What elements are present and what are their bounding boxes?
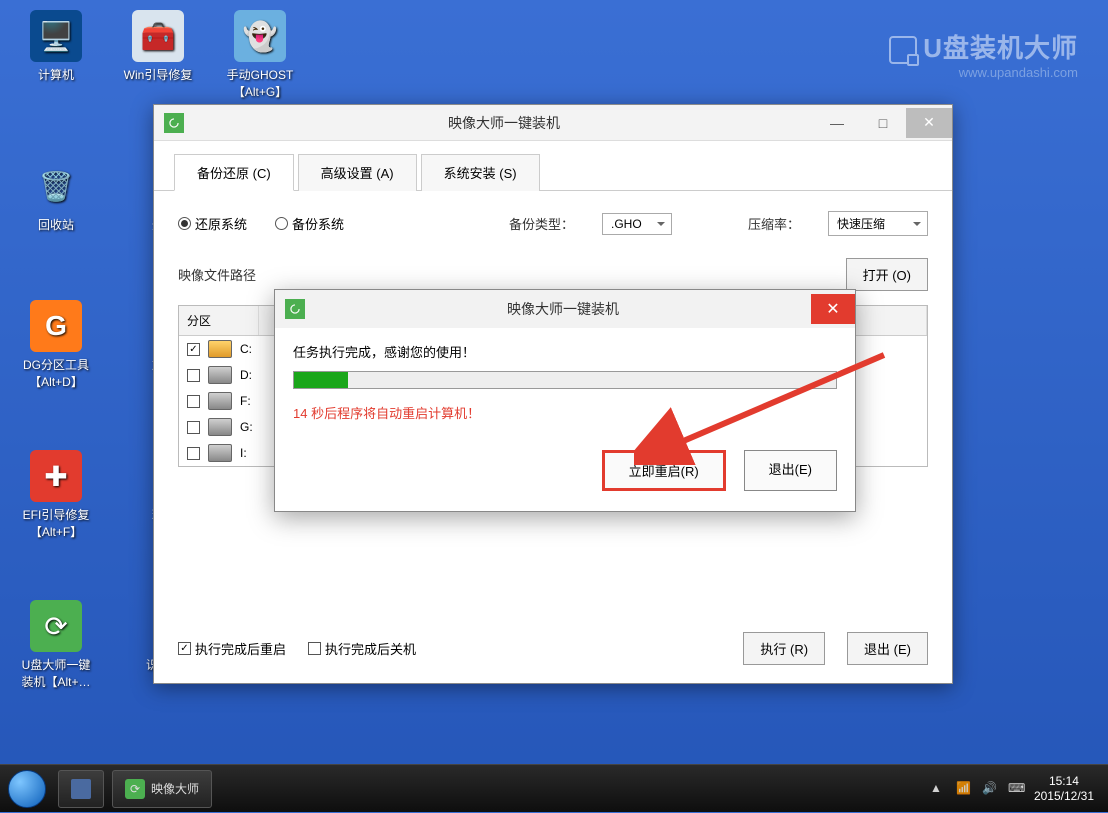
app-icon <box>164 113 184 133</box>
checkbox[interactable] <box>187 421 200 434</box>
drive-icon <box>208 392 232 410</box>
drive-icon <box>208 340 232 358</box>
start-button[interactable] <box>0 765 54 813</box>
desktop-icon-computer[interactable]: 🖥️计算机 <box>16 10 96 83</box>
radio-restore[interactable]: 还原系统 <box>178 214 247 233</box>
tab-advanced[interactable]: 高级设置 (A) <box>298 154 417 191</box>
network-icon[interactable]: 📶 <box>956 781 972 797</box>
clock[interactable]: 15:142015/12/31 <box>1034 774 1094 803</box>
taskbar: ⟳映像大师 ▲ 📶 🔊 ⌨ 15:142015/12/31 <box>0 764 1108 812</box>
watermark: U盘装机大师 www.upandashi.com <box>889 28 1078 80</box>
progress-bar <box>293 371 837 389</box>
open-button[interactable]: 打开 (O) <box>846 258 928 291</box>
folder-icon <box>71 779 91 799</box>
path-label: 映像文件路径 <box>178 265 256 284</box>
minimize-button[interactable]: — <box>814 108 860 138</box>
desktop-icon-ghost[interactable]: 👻手动GHOST 【Alt+G】 <box>220 10 300 100</box>
countdown-message: 14 秒后程序将自动重启计算机！ <box>293 403 837 422</box>
radio-backup[interactable]: 备份系统 <box>275 214 344 233</box>
window-title: 映像大师一键装机 <box>194 113 814 133</box>
keyboard-icon[interactable]: ⌨ <box>1008 781 1024 797</box>
volume-icon[interactable]: 🔊 <box>982 781 998 797</box>
compress-label: 压缩率： <box>748 214 800 233</box>
app-icon <box>285 299 305 319</box>
close-button[interactable]: ✕ <box>906 108 952 138</box>
system-tray[interactable]: ▲ 📶 🔊 ⌨ 15:142015/12/31 <box>930 774 1108 803</box>
desktop-icon-recycle[interactable]: 🗑️回收站 <box>16 160 96 233</box>
taskbar-pinned-1[interactable] <box>58 770 104 808</box>
titlebar[interactable]: 映像大师一键装机 — □ ✕ <box>154 105 952 141</box>
col-partition: 分区 <box>179 306 259 335</box>
exit-button[interactable]: 退出 (E) <box>847 632 928 665</box>
tray-icon[interactable]: ▲ <box>930 781 946 797</box>
tabs: 备份还原 (C) 高级设置 (A) 系统安装 (S) <box>154 141 952 191</box>
chk-shutdown[interactable]: 执行完成后关机 <box>308 639 416 658</box>
tab-install[interactable]: 系统安装 (S) <box>421 154 540 191</box>
restart-now-button[interactable]: 立即重启(R) <box>602 450 726 491</box>
tab-backup-restore[interactable]: 备份还原 (C) <box>174 154 294 191</box>
drive-icon <box>208 418 232 436</box>
desktop-icon-winboot[interactable]: 🧰Win引导修复 <box>118 10 198 83</box>
dialog-title: 映像大师一键装机 <box>315 299 811 319</box>
checkbox[interactable] <box>187 395 200 408</box>
main-window: 映像大师一键装机 — □ ✕ 备份还原 (C) 高级设置 (A) 系统安装 (S… <box>153 104 953 684</box>
drive-icon <box>208 444 232 462</box>
progress-dialog: 映像大师一键装机 ✕ 任务执行完成，感谢您的使用！ 14 秒后程序将自动重启计算… <box>274 289 856 512</box>
dialog-close-button[interactable]: ✕ <box>811 294 855 324</box>
backup-type-label: 备份类型： <box>509 214 574 233</box>
app-icon: ⟳ <box>125 779 145 799</box>
chk-restart[interactable]: 执行完成后重启 <box>178 639 286 658</box>
checkbox[interactable] <box>187 369 200 382</box>
desktop-icon-udm[interactable]: ⟳U盘大师一键 装机【Alt+… <box>16 600 96 690</box>
windows-orb-icon <box>8 770 46 808</box>
desktop-icon-dg[interactable]: GDG分区工具 【Alt+D】 <box>16 300 96 390</box>
taskbar-app[interactable]: ⟳映像大师 <box>112 770 212 808</box>
backup-type-combo[interactable]: .GHO <box>602 213 672 235</box>
execute-button[interactable]: 执行 (R) <box>743 632 825 665</box>
compress-combo[interactable]: 快速压缩 <box>828 211 928 236</box>
maximize-button[interactable]: □ <box>860 108 906 138</box>
checkbox[interactable] <box>187 447 200 460</box>
drive-icon <box>208 366 232 384</box>
checkbox[interactable] <box>187 343 200 356</box>
done-message: 任务执行完成，感谢您的使用！ <box>293 342 837 361</box>
desktop-icon-efi[interactable]: ✚EFI引导修复 【Alt+F】 <box>16 450 96 540</box>
dialog-exit-button[interactable]: 退出(E) <box>744 450 837 491</box>
usb-icon <box>889 36 917 64</box>
